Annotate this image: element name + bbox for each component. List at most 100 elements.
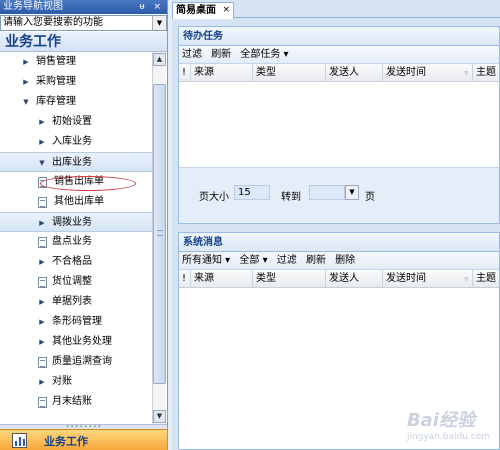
todo-grid-header: ! 来源 类型 发送人 发送时间 ▿ 主题 [179,64,499,82]
todo-filter-button[interactable]: 过滤 [182,49,202,60]
section-title: 业务工作 [0,32,167,52]
expand-right-icon[interactable]: ▶ [38,372,46,392]
document-icon [38,237,47,248]
col-source[interactable]: 来源 [191,270,253,288]
messages-grid-header: ! 来源 类型 发送人 发送时间 ▿ 主题 [179,270,499,288]
tab-desktop[interactable]: 简易桌面 × [172,2,234,19]
col-type[interactable]: 类型 [253,64,326,82]
sidebar-item[interactable]: 销售出库单 [0,172,152,192]
expand-right-icon[interactable]: ▶ [22,72,30,92]
search-input[interactable]: 请输入您要搜索的功能 ▼ [0,15,167,31]
goto-label: 转到 [281,192,301,203]
expand-down-icon[interactable]: ▼ [22,92,30,112]
nav-panel-title: 业务导航视图 [3,1,63,12]
watermark-sub: jingyan.baidu.com [406,432,490,442]
nav-bottom-button[interactable]: 业务工作 [0,429,167,450]
document-icon [38,197,47,208]
sidebar-item[interactable]: ▶ 不合格品 [0,252,152,272]
col-flag[interactable]: ! [179,270,191,288]
page-label: 页 [365,192,375,203]
sidebar-item-label: 调拨业务 [52,217,92,228]
col-type[interactable]: 类型 [253,270,326,288]
scroll-thumb[interactable] [153,84,166,384]
grip-icon [157,230,163,236]
expand-right-icon[interactable]: ▶ [38,312,46,332]
document-icon [38,277,47,288]
messages-refresh-button[interactable]: 刷新 [306,255,326,266]
sidebar-item-label: 采购管理 [36,76,76,87]
vertical-scrollbar[interactable]: ▲ ▼ [152,52,166,424]
sidebar-item[interactable]: ▶ 条形码管理 [0,312,152,332]
col-subject[interactable]: 主题 [473,64,500,82]
todo-panel: 待办任务 过滤 刷新 全部任务 ▾ ! 来源 类型 发送人 发送时间 ▿ 主题 页… [178,26,500,224]
sidebar-item-label: 货位调整 [52,276,92,287]
all-dropdown[interactable]: 全部 ▾ [239,255,267,266]
sidebar-item[interactable]: ▶ 初始设置 [0,112,152,132]
messages-title: 系统消息 [179,233,499,252]
pager: 页大小 15 转到 ▼ 页 [179,167,499,223]
expand-down-icon[interactable]: ▼ [38,153,46,173]
todo-all-tasks-dropdown[interactable]: 全部任务 ▾ [240,49,288,60]
sort-icon: ▿ [464,275,468,283]
sidebar-item[interactable]: ▶ 对账 [0,372,152,392]
sidebar-item[interactable]: 货位调整 [0,272,152,292]
sidebar-item[interactable]: 质量追溯查询 [0,352,152,372]
sidebar-item[interactable]: ▼ 出库业务 [0,152,152,172]
sidebar-item-label: 不合格品 [52,256,92,267]
watermark: Bai经验 jingyan.baidu.com [407,406,490,442]
col-send-time[interactable]: 发送时间 ▿ [383,64,473,82]
page-size-label: 页大小 [199,192,229,203]
nav-bottom-label: 业务工作 [44,435,88,448]
messages-toolbar: 所有通知 ▾ 全部 ▾ 过滤 刷新 删除 [179,252,499,270]
col-source[interactable]: 来源 [191,64,253,82]
tab-label: 简易桌面 [176,5,216,16]
sidebar-item[interactable]: ▶ 其他业务处理 [0,332,152,352]
messages-filter-button[interactable]: 过滤 [277,255,297,266]
sidebar-item-label: 其他业务处理 [52,336,112,347]
expand-right-icon[interactable]: ▶ [22,52,30,72]
sidebar-item[interactable]: ▶ 单据列表 [0,292,152,312]
expand-right-icon[interactable]: ▶ [38,112,46,132]
sidebar-item[interactable]: 月末结账 [0,392,152,412]
tab-bar: 简易桌面 × [172,0,500,19]
sidebar-item[interactable]: ▶ 入库业务 [0,132,152,152]
scroll-up-icon[interactable]: ▲ [153,53,166,66]
document-icon [38,357,47,368]
expand-right-icon[interactable]: ▶ [38,252,46,272]
close-icon[interactable]: × [222,3,230,18]
page-size-input[interactable]: 15 [234,185,270,200]
expand-right-icon[interactable]: ▶ [38,292,46,312]
col-send-time[interactable]: 发送时间 ▿ [383,270,473,288]
goto-input[interactable] [309,185,345,200]
chevron-down-icon[interactable]: ▼ [152,16,166,30]
pin-close-icons[interactable]: ᵾ × [140,0,164,14]
sidebar-item[interactable]: 盘点业务 [0,232,152,252]
expand-right-icon[interactable]: ▶ [38,213,46,233]
col-flag[interactable]: ! [179,64,191,82]
sidebar-item-label: 出库业务 [52,157,92,168]
sidebar-item-label: 质量追溯查询 [52,356,112,367]
col-sender[interactable]: 发送人 [326,64,383,82]
sidebar-item-label: 销售管理 [36,56,76,67]
sidebar-item-label: 入库业务 [52,136,92,147]
sidebar-item-label: 库存管理 [36,96,76,107]
scroll-down-icon[interactable]: ▼ [153,410,166,423]
todo-title: 待办任务 [179,27,499,46]
sidebar-item[interactable]: ▶ 采购管理 [0,72,152,92]
chevron-down-icon[interactable]: ▼ [345,185,359,200]
col-sender[interactable]: 发送人 [326,270,383,288]
col-subject[interactable]: 主题 [473,270,500,288]
expand-right-icon[interactable]: ▶ [38,132,46,152]
sidebar-item[interactable]: ▼ 库存管理 [0,92,152,112]
sidebar-item[interactable]: ▶ 销售管理 [0,52,152,72]
sidebar-item[interactable]: ▶ 调拨业务 [0,212,152,232]
sidebar-item-label: 单据列表 [52,296,92,307]
nav-panel: 业务导航视图 ᵾ × 请输入您要搜索的功能 ▼ 业务工作 ▶ 销售管理 ▶ 采购管理 ▼… [0,0,168,450]
messages-delete-button[interactable]: 删除 [335,255,355,266]
todo-refresh-button[interactable]: 刷新 [211,49,231,60]
watermark-text: Bai经验 [406,410,475,431]
expand-right-icon[interactable]: ▶ [38,332,46,352]
all-notifications-dropdown[interactable]: 所有通知 ▾ [182,255,230,266]
col-send-time-label: 发送时间 [386,67,426,78]
sidebar-item[interactable]: 其他出库单 [0,192,152,212]
